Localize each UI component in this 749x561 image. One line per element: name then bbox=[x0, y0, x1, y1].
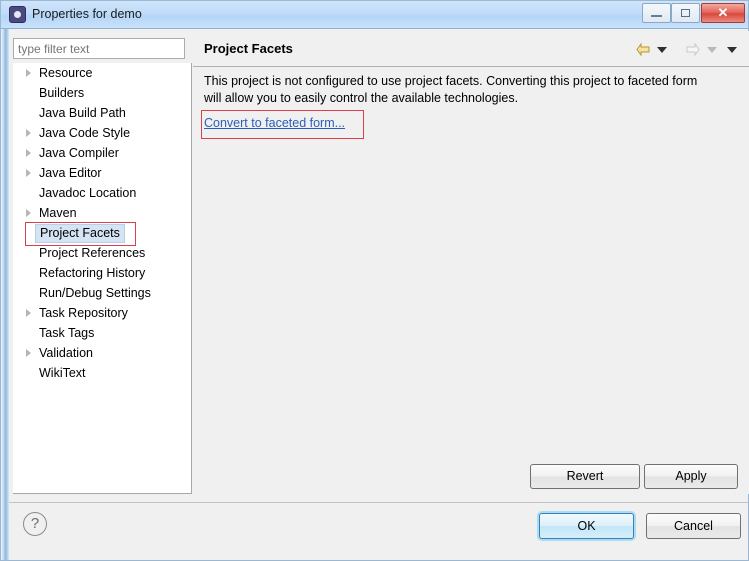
convert-to-faceted-form-link[interactable]: Convert to faceted form... bbox=[204, 116, 345, 130]
tree-item-label: Run/Debug Settings bbox=[39, 286, 151, 300]
filter-input[interactable] bbox=[13, 38, 185, 59]
tree-item-label: WikiText bbox=[39, 366, 86, 380]
tree-item-label: Task Repository bbox=[39, 306, 128, 320]
window-left-edge bbox=[1, 29, 9, 560]
tree-item-label: Project References bbox=[39, 246, 146, 260]
apply-button[interactable]: Apply bbox=[644, 464, 738, 489]
tree-item-label: Project Facets bbox=[35, 224, 125, 243]
maximize-button[interactable] bbox=[671, 3, 700, 23]
help-icon[interactable]: ? bbox=[23, 512, 47, 536]
expand-triangle-icon[interactable] bbox=[26, 349, 31, 357]
tree-item-label: Java Compiler bbox=[39, 146, 119, 160]
tree-item-resource[interactable]: Resource bbox=[13, 63, 191, 83]
tree-item-label: Refactoring History bbox=[39, 266, 146, 280]
tree-item-label: Javadoc Location bbox=[39, 186, 137, 200]
title-bar: Properties for demo ✕ bbox=[1, 1, 748, 29]
content-body: This project is not configured to use pr… bbox=[193, 67, 749, 494]
tree-item-builders[interactable]: Builders bbox=[13, 83, 191, 103]
cancel-button[interactable]: Cancel bbox=[646, 513, 741, 539]
tree-item-label: Task Tags bbox=[39, 326, 95, 340]
expand-triangle-icon[interactable] bbox=[26, 69, 31, 77]
properties-dialog: Properties for demo ✕ Resource Builders Ja… bbox=[0, 0, 749, 561]
tree-item-label: Resource bbox=[39, 66, 93, 80]
expand-triangle-icon[interactable] bbox=[26, 169, 31, 177]
tree-item-javadoc-location[interactable]: Javadoc Location bbox=[13, 183, 191, 203]
tree-item-label: Java Build Path bbox=[39, 106, 126, 120]
tree-item-label: Java Code Style bbox=[39, 126, 131, 140]
tree-item-project-facets[interactable]: Project Facets bbox=[13, 223, 191, 243]
tree-item-maven[interactable]: Maven bbox=[13, 203, 191, 223]
ok-button[interactable]: OK bbox=[539, 513, 634, 539]
properties-gear-icon bbox=[9, 6, 26, 23]
window-title: Properties for demo bbox=[32, 7, 142, 21]
tree-item-refactoring-history[interactable]: Refactoring History bbox=[13, 263, 191, 283]
tree-item-java-build-path[interactable]: Java Build Path bbox=[13, 103, 191, 123]
tree-item-label: Builders bbox=[39, 86, 85, 100]
expand-triangle-icon[interactable] bbox=[26, 149, 31, 157]
minimize-button[interactable] bbox=[642, 3, 671, 23]
dialog-button-bar: ? OK Cancel bbox=[9, 502, 748, 560]
tree-item-project-references[interactable]: Project References bbox=[13, 243, 191, 263]
page-title: Project Facets bbox=[204, 41, 293, 56]
tree-item-java-editor[interactable]: Java Editor bbox=[13, 163, 191, 183]
tree-item-label: Validation bbox=[39, 346, 93, 360]
tree-item-label: Java Editor bbox=[39, 166, 102, 180]
forward-arrow-icon bbox=[686, 43, 700, 56]
tree-item-label: Maven bbox=[39, 206, 77, 220]
revert-button[interactable]: Revert bbox=[530, 464, 640, 489]
close-button[interactable]: ✕ bbox=[701, 3, 745, 23]
back-arrow-icon[interactable] bbox=[636, 43, 650, 56]
tree-item-task-repository[interactable]: Task Repository bbox=[13, 303, 191, 323]
tree-item-java-compiler[interactable]: Java Compiler bbox=[13, 143, 191, 163]
content-header: Project Facets bbox=[193, 31, 749, 67]
forward-menu-chevron-down-icon bbox=[707, 47, 717, 53]
expand-triangle-icon[interactable] bbox=[26, 129, 31, 137]
tree-item-task-tags[interactable]: Task Tags bbox=[13, 323, 191, 343]
tree-item-run-debug-settings[interactable]: Run/Debug Settings bbox=[13, 283, 191, 303]
tree-item-java-code-style[interactable]: Java Code Style bbox=[13, 123, 191, 143]
tree-item-wikitext[interactable]: WikiText bbox=[13, 363, 191, 383]
content-panel: Project Facets This project is not confi… bbox=[193, 31, 749, 494]
expand-triangle-icon[interactable] bbox=[26, 209, 31, 217]
expand-triangle-icon[interactable] bbox=[26, 309, 31, 317]
tree-item-validation[interactable]: Validation bbox=[13, 343, 191, 363]
preference-tree[interactable]: Resource Builders Java Build Path Java Code… bbox=[13, 63, 192, 494]
back-menu-chevron-down-icon[interactable] bbox=[657, 47, 667, 53]
description-text: This project is not configured to use pr… bbox=[204, 74, 698, 105]
view-menu-chevron-down-icon[interactable] bbox=[727, 47, 737, 53]
